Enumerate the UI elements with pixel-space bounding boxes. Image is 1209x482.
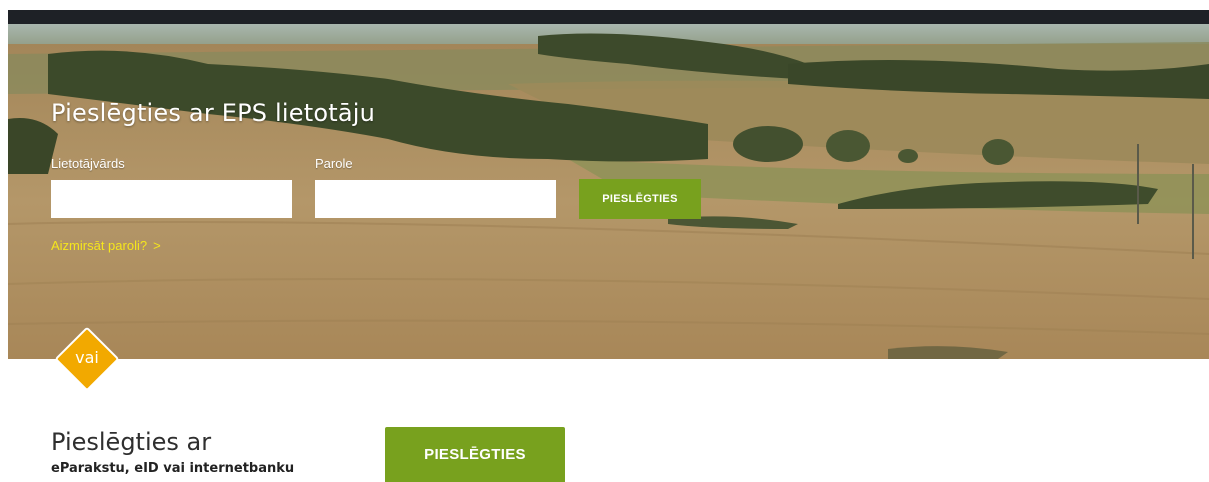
forgot-password-link[interactable]: Aizmirsāt paroli? > bbox=[51, 238, 161, 253]
username-label: Lietotājvārds bbox=[51, 156, 125, 171]
eps-login-button[interactable]: PIESLĒGTIES bbox=[579, 179, 701, 219]
top-bar bbox=[8, 10, 1209, 24]
password-label: Parole bbox=[315, 156, 353, 171]
alt-login-title: Pieslēgties ar bbox=[51, 428, 212, 456]
username-input[interactable] bbox=[51, 180, 292, 218]
login-hero-section: Pieslēgties ar EPS lietotāju Lietotājvār… bbox=[8, 24, 1209, 359]
or-separator-label: vai bbox=[75, 348, 99, 367]
forgot-password-label: Aizmirsāt paroli? bbox=[51, 238, 148, 253]
eps-login-title: Pieslēgties ar EPS lietotāju bbox=[51, 99, 376, 127]
chevron-right-icon: > bbox=[153, 238, 161, 253]
alt-login-subtitle: eParakstu, eID vai internetbanku bbox=[51, 461, 295, 476]
password-input[interactable] bbox=[315, 180, 556, 218]
eparaksts-login-button[interactable]: PIESLĒGTIES bbox=[385, 427, 565, 482]
or-separator: vai bbox=[54, 326, 120, 392]
